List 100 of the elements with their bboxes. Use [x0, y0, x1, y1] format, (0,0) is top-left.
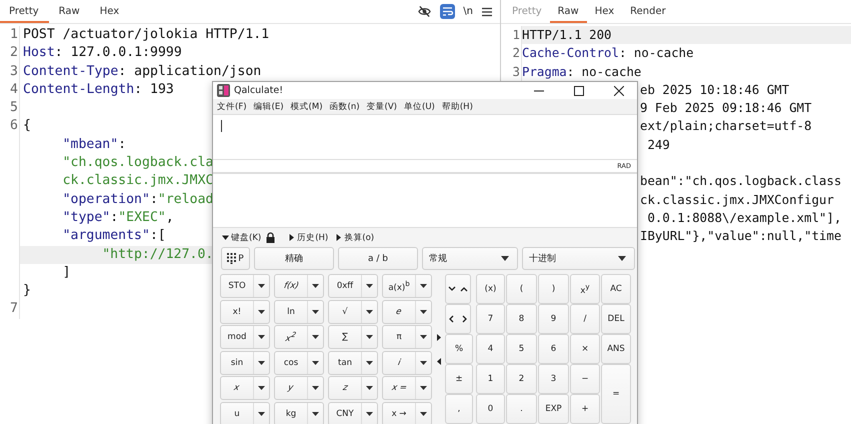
keypad-key[interactable]: ANS — [601, 334, 631, 364]
keypad-key[interactable]: 9 — [538, 304, 569, 334]
menu-icon[interactable] — [482, 6, 492, 16]
menu-item[interactable]: 单位(U) — [404, 100, 435, 112]
keypad-key[interactable]: − — [570, 364, 600, 394]
keypad-key[interactable]: . — [506, 394, 537, 424]
caret-icon — [366, 310, 373, 314]
hide-icon[interactable] — [418, 5, 432, 18]
line-number: 2 — [10, 45, 18, 60]
keypad-key[interactable]: 6 — [538, 334, 569, 364]
keypad-key[interactable]: + — [570, 394, 600, 424]
editor-tab[interactable]: Render — [622, 0, 674, 23]
function-key[interactable]: π — [382, 325, 432, 349]
keypad-key[interactable]: / — [570, 304, 600, 334]
keypad-key[interactable]: 4 — [476, 334, 505, 364]
disclosure-triangle-icon — [335, 234, 342, 241]
keypad-key[interactable]: x$^{y}$ — [570, 274, 600, 304]
keypad-key[interactable]: ( — [506, 274, 537, 304]
code-token: : application/json — [118, 64, 262, 79]
dropdown[interactable]: 十进制 — [522, 247, 635, 270]
editor-tab[interactable]: Hex — [90, 0, 130, 23]
editor-tab[interactable]: Pretty — [0, 0, 49, 23]
function-key[interactable]: y — [274, 376, 324, 400]
section-toggle[interactable]: 历史(H) — [288, 232, 328, 244]
menu-item[interactable]: 变量(V) — [366, 100, 397, 112]
cursor-nav-button[interactable] — [445, 304, 471, 334]
menu-item[interactable]: 编辑(E) — [254, 100, 284, 112]
keypad-button[interactable]: P — [221, 247, 250, 270]
newline-toggle[interactable]: \n — [463, 6, 473, 17]
function-key[interactable]: f(x) — [274, 274, 324, 298]
function-key[interactable]: √ — [328, 300, 378, 324]
editor-tab[interactable]: Raw — [48, 0, 90, 23]
section-toggle[interactable]: 换算(o) — [335, 232, 374, 244]
history-nav-button[interactable] — [445, 274, 471, 304]
function-key[interactable]: i — [382, 350, 432, 374]
keypad-key[interactable]: AC — [601, 274, 631, 304]
function-key[interactable]: CNY — [328, 402, 378, 424]
expression-field[interactable] — [213, 115, 637, 160]
keypad-key[interactable]: ± — [445, 364, 473, 394]
arrow-right-icon[interactable] — [436, 334, 440, 341]
keypad-key[interactable]: 2 — [506, 364, 537, 394]
keypad-key[interactable]: 0 — [476, 394, 505, 424]
function-key[interactable]: mod — [220, 325, 270, 349]
code-token: : no-cache — [566, 64, 642, 79]
keypad-key[interactable]: 8 — [506, 304, 537, 334]
caret-icon — [258, 360, 265, 364]
keypad-key[interactable]: , — [445, 394, 473, 424]
function-key[interactable]: x$^{2}$ — [274, 325, 324, 349]
caret-icon — [312, 386, 319, 390]
function-key[interactable]: cos — [274, 350, 324, 374]
code-token: "arguments" — [62, 228, 150, 244]
keypad-key[interactable]: 5 — [506, 334, 537, 364]
equals-key[interactable]: = — [601, 364, 631, 424]
menu-item[interactable]: 文件(F) — [217, 100, 247, 112]
function-key[interactable]: x = — [382, 376, 432, 400]
function-key[interactable]: kg — [274, 402, 324, 424]
keypad-key[interactable]: 3 — [538, 364, 569, 394]
function-key[interactable]: ∑ — [328, 325, 378, 349]
line-number: 5 — [10, 100, 18, 116]
keypad-key[interactable]: EXP — [538, 394, 569, 424]
function-key[interactable]: 0xff — [328, 274, 378, 298]
menu-item[interactable]: 函数(n) — [330, 100, 360, 112]
mode-button[interactable]: a / b — [338, 247, 418, 270]
keypad-key[interactable]: 7 — [476, 304, 505, 334]
function-key[interactable]: u — [220, 402, 270, 424]
menu-item[interactable]: 帮助(H) — [442, 100, 473, 112]
function-key[interactable]: tan — [328, 350, 378, 374]
section-toggle[interactable]: 键盘(K) — [222, 232, 262, 244]
function-key[interactable]: a(x)$^{b}$ — [382, 274, 432, 298]
code-token: ext/plain;charset=utf-8 — [640, 118, 812, 134]
caret-icon — [420, 412, 427, 416]
keypad-key[interactable]: 1 — [476, 364, 505, 394]
keypad-key[interactable]: DEL — [601, 304, 631, 334]
close-icon[interactable] — [614, 86, 624, 96]
keypad-key[interactable]: ) — [538, 274, 569, 304]
editor-tab[interactable]: Hex — [586, 0, 622, 23]
function-key[interactable]: e — [382, 300, 432, 324]
keypad-key[interactable]: × — [570, 334, 600, 364]
keypad-key[interactable]: % — [445, 334, 473, 364]
app-icon — [217, 84, 230, 97]
code-token: HTTP/1.1 200 — [522, 27, 612, 42]
function-key[interactable]: x — [220, 376, 270, 400]
dropdown[interactable]: 常规 — [422, 247, 518, 270]
function-key[interactable]: sin — [220, 350, 270, 374]
function-key[interactable]: z — [328, 376, 378, 400]
function-key[interactable]: STO — [220, 274, 270, 298]
function-key[interactable]: x → — [382, 402, 432, 424]
lock-icon[interactable] — [266, 232, 276, 243]
editor-tab[interactable]: Raw — [550, 0, 587, 23]
arrow-left-icon[interactable] — [436, 358, 440, 365]
function-key[interactable]: x! — [220, 300, 270, 324]
maximize-icon[interactable] — [574, 86, 584, 96]
menu-item[interactable]: 模式(M) — [290, 100, 323, 112]
wrap-lines-icon[interactable] — [440, 4, 456, 19]
code-token: IByURL"},"value":null,"time — [640, 228, 842, 244]
mode-button[interactable]: 精确 — [254, 247, 334, 270]
code-token: "operation" — [62, 192, 150, 207]
keypad-key[interactable]: (x) — [476, 274, 505, 304]
function-key[interactable]: ln — [274, 300, 324, 324]
caret-icon — [366, 386, 373, 390]
